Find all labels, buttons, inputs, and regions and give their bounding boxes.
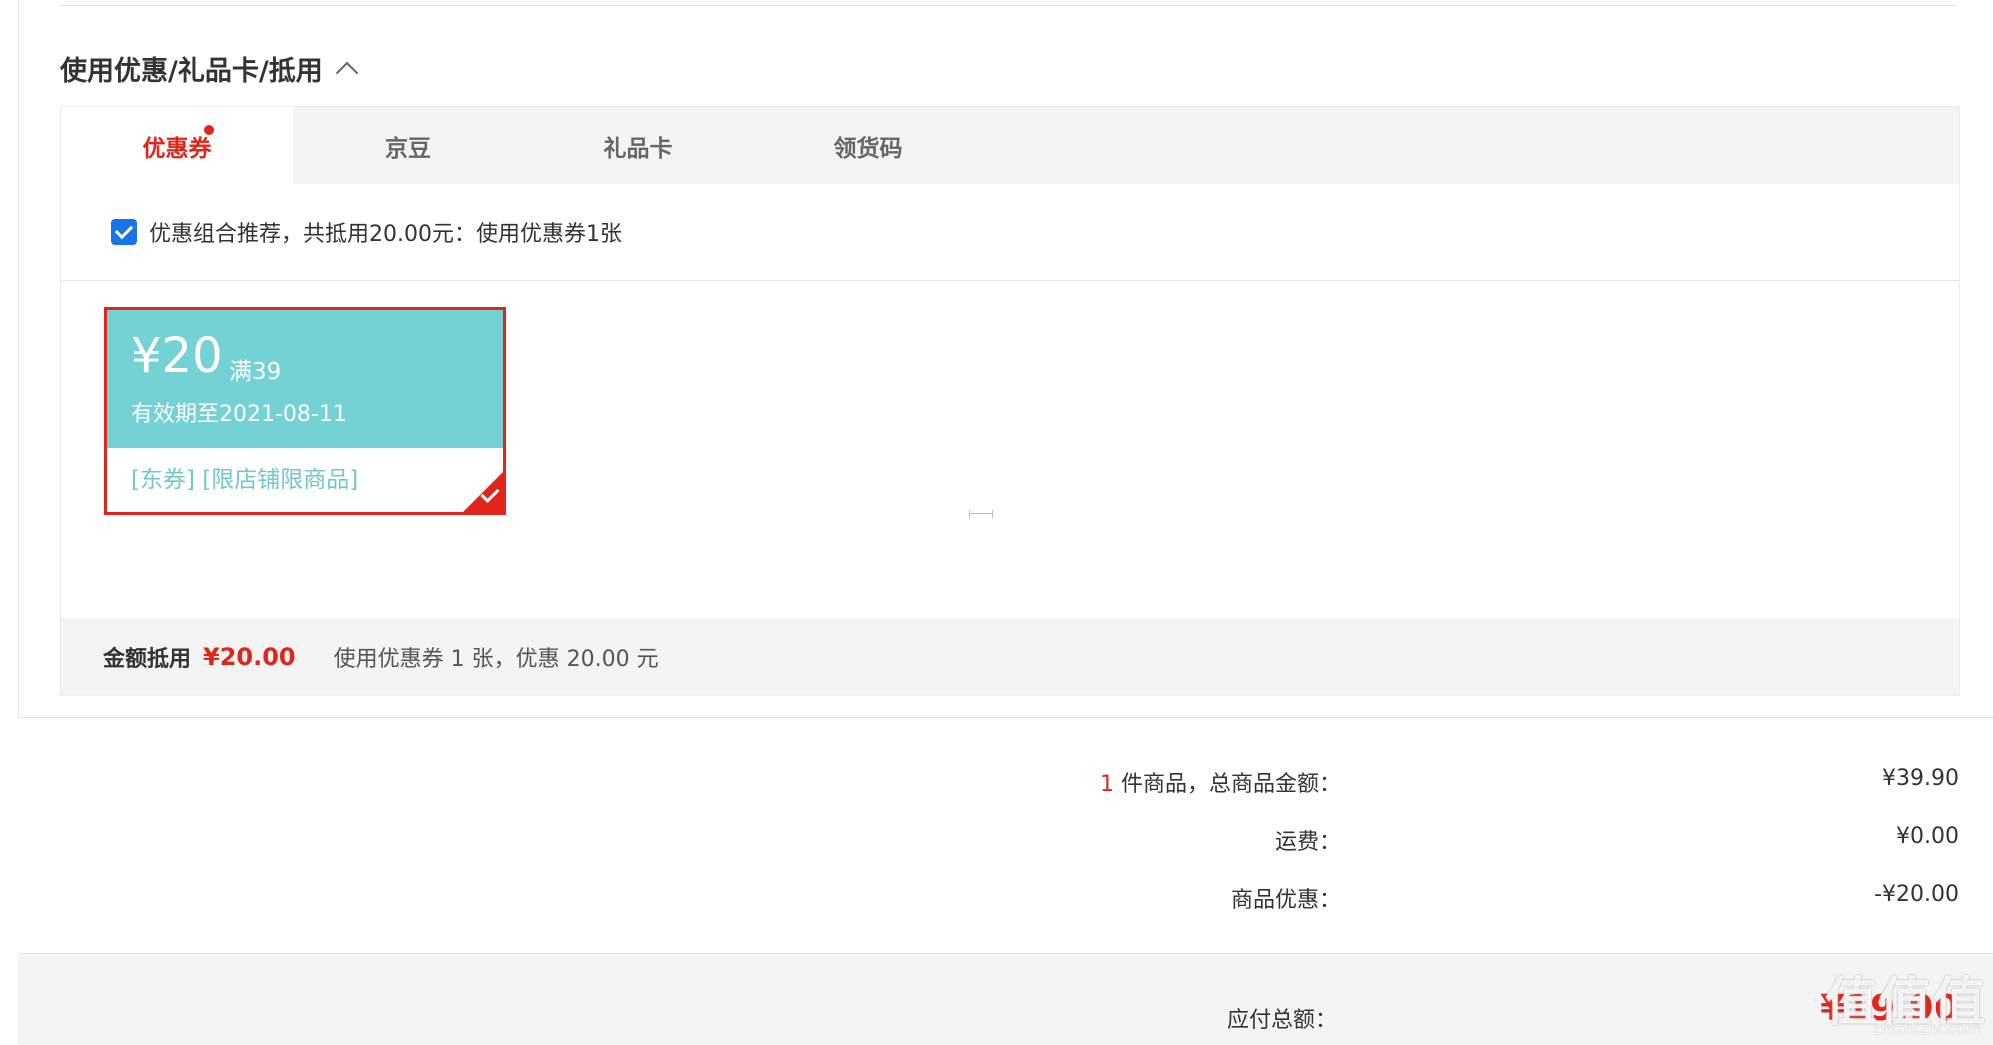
coupon-condition: 满39 bbox=[229, 359, 282, 385]
coupon-card[interactable]: ¥20 满39 有效期至2021-08-11 [东券] [限店铺限商品] bbox=[104, 307, 506, 515]
recommend-checkbox[interactable] bbox=[111, 219, 137, 245]
shipping-value: ¥0.00 bbox=[1896, 824, 1959, 849]
watermark-site: zhizhizhi.com bbox=[1872, 1019, 1981, 1038]
recommend-row: 优惠组合推荐，共抵用20.00元：使用优惠券1张 bbox=[61, 184, 1959, 281]
shipping-label: 运费： bbox=[1274, 830, 1341, 855]
badge-dot bbox=[204, 125, 214, 135]
chevron-up-icon[interactable] bbox=[335, 61, 359, 85]
discount-label: 商品优惠： bbox=[1230, 888, 1341, 913]
deduction-value: ¥20.00 bbox=[203, 642, 296, 671]
section-title-text: 使用优惠/礼品卡/抵用 bbox=[60, 55, 323, 87]
section-title[interactable]: 使用优惠/礼品卡/抵用 bbox=[60, 50, 359, 87]
tab-label: 优惠券 bbox=[142, 135, 212, 162]
deduction-description: 使用优惠券 1 张，优惠 20.00 元 bbox=[333, 646, 659, 672]
tab-label: 京豆 bbox=[385, 135, 431, 162]
tab-bar: 优惠券 京豆 礼品卡 领货码 bbox=[61, 107, 1959, 184]
goods-value: ¥39.90 bbox=[1882, 766, 1959, 791]
coupon-header: ¥20 满39 有效期至2021-08-11 bbox=[107, 310, 503, 448]
summary-goods-row: 1 件商品，总商品金额： ¥39.90 bbox=[0, 766, 1993, 798]
discount-value: -¥20.00 bbox=[1874, 882, 1959, 907]
discount-panel: 优惠券 京豆 礼品卡 领货码 优惠组合推荐，共抵用20.00元：使用优惠券1张 … bbox=[60, 106, 1960, 696]
resize-icon bbox=[969, 510, 993, 518]
summary-shipping-row: 运费： ¥0.00 bbox=[0, 824, 1993, 855]
goods-label-text: 件商品，总商品金额： bbox=[1120, 772, 1341, 797]
tab-jingdou[interactable]: 京豆 bbox=[293, 107, 523, 184]
tab-coupons[interactable]: 优惠券 bbox=[61, 107, 293, 184]
goods-label: 1 件商品，总商品金额： bbox=[1100, 766, 1341, 798]
tab-redeem-code[interactable]: 领货码 bbox=[753, 107, 983, 184]
tab-gift-card[interactable]: 礼品卡 bbox=[523, 107, 753, 184]
summary-discount-row: 商品优惠： -¥20.00 bbox=[0, 882, 1993, 913]
deduction-summary: 金额抵用 ¥20.00 使用优惠券 1 张，优惠 20.00 元 bbox=[61, 618, 1959, 695]
coupon-scope: [东券] [限店铺限商品] bbox=[131, 467, 359, 493]
total-bar bbox=[18, 953, 1993, 1045]
coupon-expiry: 有效期至2021-08-11 bbox=[131, 402, 347, 427]
recommend-text: 优惠组合推荐，共抵用20.00元：使用优惠券1张 bbox=[149, 222, 622, 247]
coupon-amount: ¥20 bbox=[131, 328, 223, 384]
total-label: 应付总额： bbox=[1226, 1008, 1337, 1033]
deduction-label: 金额抵用 bbox=[103, 646, 192, 672]
top-divider bbox=[60, 5, 1956, 6]
tab-label: 礼品卡 bbox=[603, 135, 673, 162]
item-count: 1 bbox=[1099, 772, 1114, 797]
checkout-page: 使用优惠/礼品卡/抵用 优惠券 京豆 礼品卡 领货码 优惠组合推荐，共抵用20.… bbox=[0, 0, 1993, 1045]
tab-label: 领货码 bbox=[833, 135, 903, 162]
